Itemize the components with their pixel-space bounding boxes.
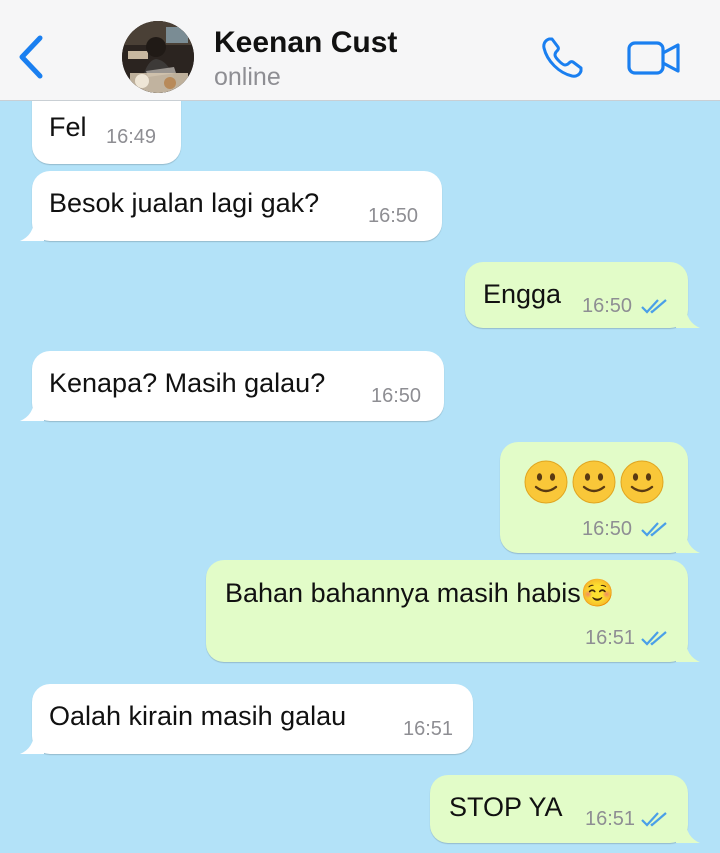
slightly-smiling-face-emoji (620, 460, 664, 504)
phone-icon (542, 37, 583, 78)
message-time: 16:50 (371, 385, 422, 407)
bubble-tail (676, 640, 700, 662)
video-call-button[interactable] (626, 38, 682, 78)
bubble-tail (676, 306, 700, 328)
message-bubble-outgoing[interactable]: STOP YA 16:51 (430, 775, 700, 843)
avatar[interactable] (122, 21, 194, 93)
contact-status: online (214, 63, 281, 91)
slightly-smiling-face-emoji (524, 460, 568, 504)
message-emoji-row (524, 460, 668, 504)
back-button[interactable] (14, 34, 48, 80)
message-time: 16:49 (106, 126, 157, 148)
chevron-left-icon (19, 35, 43, 79)
message-bubble-incoming[interactable]: Oalah kirain masih galau 16:51 (20, 684, 473, 754)
message-text: Bahan bahannya masih habis☺️ (225, 578, 615, 608)
message-time: 16:51 (585, 808, 636, 830)
double-check-icon (641, 631, 667, 646)
voice-call-button[interactable] (540, 34, 586, 80)
chat-header: Keenan Cust online (0, 0, 720, 101)
message-bubble-incoming[interactable]: Besok jualan lagi gak? 16:50 (20, 171, 442, 241)
message-text: Besok jualan lagi gak? (49, 188, 320, 218)
message-time: 16:50 (582, 518, 633, 540)
message-time: 16:51 (585, 627, 636, 649)
contact-name[interactable]: Keenan Cust (214, 26, 397, 60)
bubble-tail (676, 821, 700, 843)
message-text: Oalah kirain masih galau (49, 701, 347, 731)
message-bubble-outgoing[interactable]: 🙂🙂🙂 16:50 (500, 442, 700, 553)
message-text: Engga (483, 279, 562, 309)
message-time: 16:51 (403, 718, 454, 740)
double-check-icon (641, 812, 667, 827)
message-time: 16:50 (582, 295, 633, 317)
message-text: Fel (49, 112, 87, 142)
double-check-icon (641, 299, 667, 314)
message-text: Kenapa? Masih galau? (49, 368, 326, 398)
message-bubble-incoming[interactable]: Kenapa? Masih galau? 16:50 (20, 351, 444, 421)
bubble-tail (20, 219, 44, 241)
message-bubble-incoming[interactable]: Fel 16:49 (32, 101, 181, 164)
message-list[interactable]: Fel 16:49 Besok jualan lagi gak? 16:50 E… (0, 101, 720, 853)
message-text: STOP YA (449, 792, 563, 822)
bubble-tail (20, 732, 44, 754)
avatar-photo (122, 21, 194, 93)
slightly-smiling-face-emoji (572, 460, 616, 504)
double-check-icon (641, 522, 667, 537)
bubble-tail (20, 399, 44, 421)
bubble-tail (676, 531, 700, 553)
message-time: 16:50 (368, 205, 419, 227)
message-bubble-outgoing[interactable]: Engga 16:50 (465, 262, 700, 328)
video-camera-icon (627, 41, 680, 75)
message-bubble-outgoing[interactable]: Bahan bahannya masih habis☺️ 16:51 (206, 560, 700, 662)
